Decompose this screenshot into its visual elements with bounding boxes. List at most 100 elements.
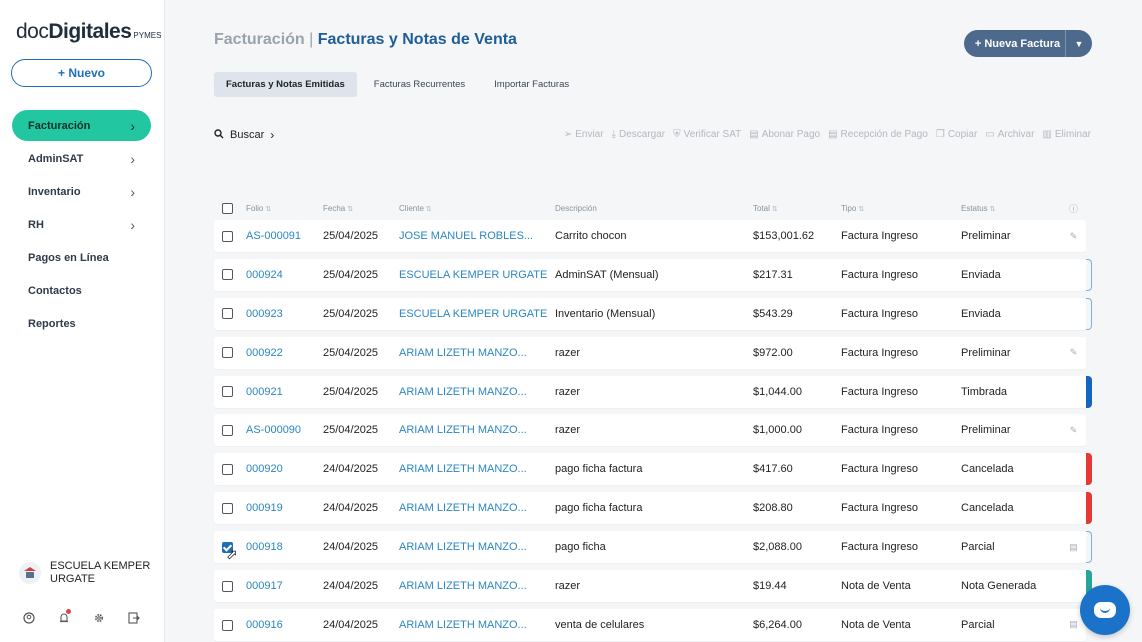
table-row[interactable]: 000918 24/04/2025 ARIAM LIZETH MANZO... pag…: [214, 531, 1092, 564]
new-invoice-dropdown[interactable]: ▼: [1065, 30, 1092, 57]
company-selector[interactable]: ESCUELA KEMPER URGATE: [19, 560, 155, 586]
sidebar-item-reportes[interactable]: Reportes: [12, 308, 151, 339]
cell-cliente[interactable]: ARIAM LIZETH MANZO...: [399, 463, 555, 475]
row-checkbox[interactable]: [222, 619, 233, 631]
sidebar-item-label: Contactos: [28, 284, 82, 297]
action-abonar-pago[interactable]: ▤ Abonar Pago: [749, 129, 820, 140]
breadcrumb-facturacion[interactable]: Facturación: [214, 31, 305, 48]
action-descargar[interactable]: ⤓ Descargar: [612, 129, 666, 140]
cell-checkbox: [214, 463, 246, 475]
action-copiar[interactable]: ❐ Copiar: [936, 129, 977, 140]
cell-cliente[interactable]: ARIAM LIZETH MANZO...: [399, 347, 555, 359]
cell-cliente[interactable]: ARIAM LIZETH MANZO...: [399, 386, 555, 398]
brand-logo[interactable]: doc Digitales PYMES: [16, 20, 161, 46]
row-checkbox[interactable]: [222, 580, 233, 592]
sidebar-item-pagos-en-l-nea[interactable]: Pagos en Línea: [12, 242, 151, 273]
table-row[interactable]: 000920 24/04/2025 ARIAM LIZETH MANZO... pag…: [214, 453, 1092, 486]
table-row[interactable]: AS-000091 25/04/2025 JOSE MANUEL ROBLES...…: [214, 220, 1086, 252]
edit-icon[interactable]: ✎: [1070, 231, 1078, 241]
cell-fecha: 24/04/2025: [323, 463, 379, 476]
cell-tipo: Nota de Venta: [841, 580, 911, 593]
cell-folio[interactable]: 000922: [246, 347, 323, 359]
cell-folio[interactable]: 000924: [246, 269, 323, 281]
settings-gear-icon[interactable]: [92, 611, 105, 624]
action-archivar[interactable]: ▭ Archivar: [985, 129, 1034, 140]
cell-folio[interactable]: 000923: [246, 308, 323, 320]
sidebar-item-adminsat[interactable]: AdminSAT ›: [12, 143, 151, 174]
chat-button[interactable]: [1080, 585, 1130, 635]
cell-tipo: Factura Ingreso: [841, 424, 919, 437]
notifications-bell-icon[interactable]: [57, 609, 71, 624]
tab-2[interactable]: Facturas Recurrentes: [362, 72, 477, 97]
table-row[interactable]: 000919 24/04/2025 ARIAM LIZETH MANZO... pag…: [214, 492, 1092, 525]
cell-descripcion: pago ficha: [555, 541, 606, 554]
cell-cliente[interactable]: ARIAM LIZETH MANZO...: [399, 619, 555, 631]
new-button[interactable]: + Nuevo: [11, 59, 152, 87]
header-fecha[interactable]: Fecha ⇅: [323, 204, 399, 213]
cell-cliente[interactable]: ARIAM LIZETH MANZO...: [399, 541, 555, 553]
search-toggle[interactable]: Buscar ›: [214, 128, 274, 142]
select-all-checkbox[interactable]: [222, 202, 233, 214]
money-icon[interactable]: ▤: [1069, 619, 1078, 629]
cell-cliente[interactable]: ESCUELA KEMPER URGATE: [399, 269, 555, 281]
company-avatar: [19, 562, 41, 584]
action-enviar[interactable]: ➢ Enviar: [564, 129, 604, 140]
header-tipo[interactable]: Tipo ⇅: [841, 204, 961, 213]
row-checkbox[interactable]: [222, 347, 233, 359]
tab-3[interactable]: Importar Facturas: [482, 72, 581, 97]
table-row[interactable]: AS-000090 25/04/2025 ARIAM LIZETH MANZO...…: [214, 414, 1086, 447]
row-checkbox[interactable]: [222, 425, 233, 437]
sidebar-item-rh[interactable]: RH ›: [12, 209, 151, 240]
cell-cliente[interactable]: ARIAM LIZETH MANZO...: [399, 580, 555, 592]
sidebar-item-contactos[interactable]: Contactos: [12, 275, 151, 306]
cell-folio[interactable]: 000919: [246, 502, 323, 514]
header-estatus[interactable]: Estatus ⇅: [961, 204, 1061, 213]
row-checkbox[interactable]: [222, 502, 233, 514]
shield-icon: ⛨: [673, 129, 681, 140]
cell-estatus: Timbrada: [961, 385, 1008, 398]
action-verificar-sat[interactable]: ⛨ Verificar SAT: [673, 129, 741, 140]
logout-icon[interactable]: [127, 611, 140, 624]
table-row[interactable]: 000921 25/04/2025 ARIAM LIZETH MANZO... raz…: [214, 375, 1092, 408]
cell-cliente[interactable]: JOSE MANUEL ROBLES...: [399, 230, 555, 242]
tab-1[interactable]: Facturas y Notas Emitidas: [214, 72, 357, 97]
cell-descripcion: Carrito chocon: [555, 230, 627, 242]
cell-folio[interactable]: AS-000091: [246, 230, 323, 242]
table-row[interactable]: 000917 24/04/2025 ARIAM LIZETH MANZO... raz…: [214, 570, 1092, 603]
row-checkbox[interactable]: [222, 463, 233, 475]
row-checkbox[interactable]: [222, 269, 233, 281]
cell-cliente[interactable]: ESCUELA KEMPER URGATE: [399, 308, 555, 320]
cell-folio[interactable]: 000920: [246, 463, 323, 475]
cell-cliente[interactable]: ARIAM LIZETH MANZO...: [399, 502, 555, 514]
new-invoice-button[interactable]: + Nueva Factura: [964, 38, 1065, 50]
user-icon[interactable]: [22, 611, 35, 624]
cell-estatus: Preliminar: [961, 346, 1011, 359]
edit-icon[interactable]: ✎: [1070, 425, 1078, 435]
row-checkbox[interactable]: [222, 308, 233, 320]
sidebar-item-inventario[interactable]: Inventario ›: [12, 176, 151, 207]
table-row[interactable]: 000923 25/04/2025 ESCUELA KEMPER URGATE Inv…: [214, 297, 1092, 330]
row-checkbox[interactable]: [222, 230, 233, 242]
cell-folio[interactable]: 000918: [246, 541, 323, 553]
cell-folio[interactable]: AS-000090: [246, 424, 323, 436]
action-eliminar[interactable]: ▥ Eliminar: [1042, 129, 1091, 140]
cell-folio[interactable]: 000921: [246, 386, 323, 398]
money-icon[interactable]: ▤: [1069, 542, 1078, 552]
cell-cliente[interactable]: ARIAM LIZETH MANZO...: [399, 424, 555, 436]
edit-icon[interactable]: ✎: [1070, 347, 1078, 357]
action-recepci-n-de-pago[interactable]: ▤ Recepción de Pago: [828, 129, 928, 140]
cell-action: ✎: [1061, 347, 1086, 358]
table-row[interactable]: 000924 25/04/2025 ESCUELA KEMPER URGATE Adm…: [214, 258, 1092, 291]
info-icon[interactable]: ⓘ: [1061, 202, 1086, 215]
table-row[interactable]: 000916 24/04/2025 ARIAM LIZETH MANZO... ven…: [214, 608, 1086, 641]
header-cliente[interactable]: Cliente ⇅: [399, 204, 555, 213]
header-total[interactable]: Total ⇅: [753, 204, 841, 213]
cell-folio[interactable]: 000916: [246, 619, 323, 631]
row-checkbox[interactable]: [222, 386, 233, 398]
table-row[interactable]: 000922 25/04/2025 ARIAM LIZETH MANZO... raz…: [214, 336, 1086, 369]
sidebar-item-label: AdminSAT: [28, 152, 84, 165]
sidebar-item-facturaci-n[interactable]: Facturación ›: [12, 110, 151, 141]
header-folio[interactable]: Folio ⇅: [246, 204, 323, 213]
action-label: Enviar: [575, 129, 604, 140]
cell-folio[interactable]: 000917: [246, 580, 323, 592]
